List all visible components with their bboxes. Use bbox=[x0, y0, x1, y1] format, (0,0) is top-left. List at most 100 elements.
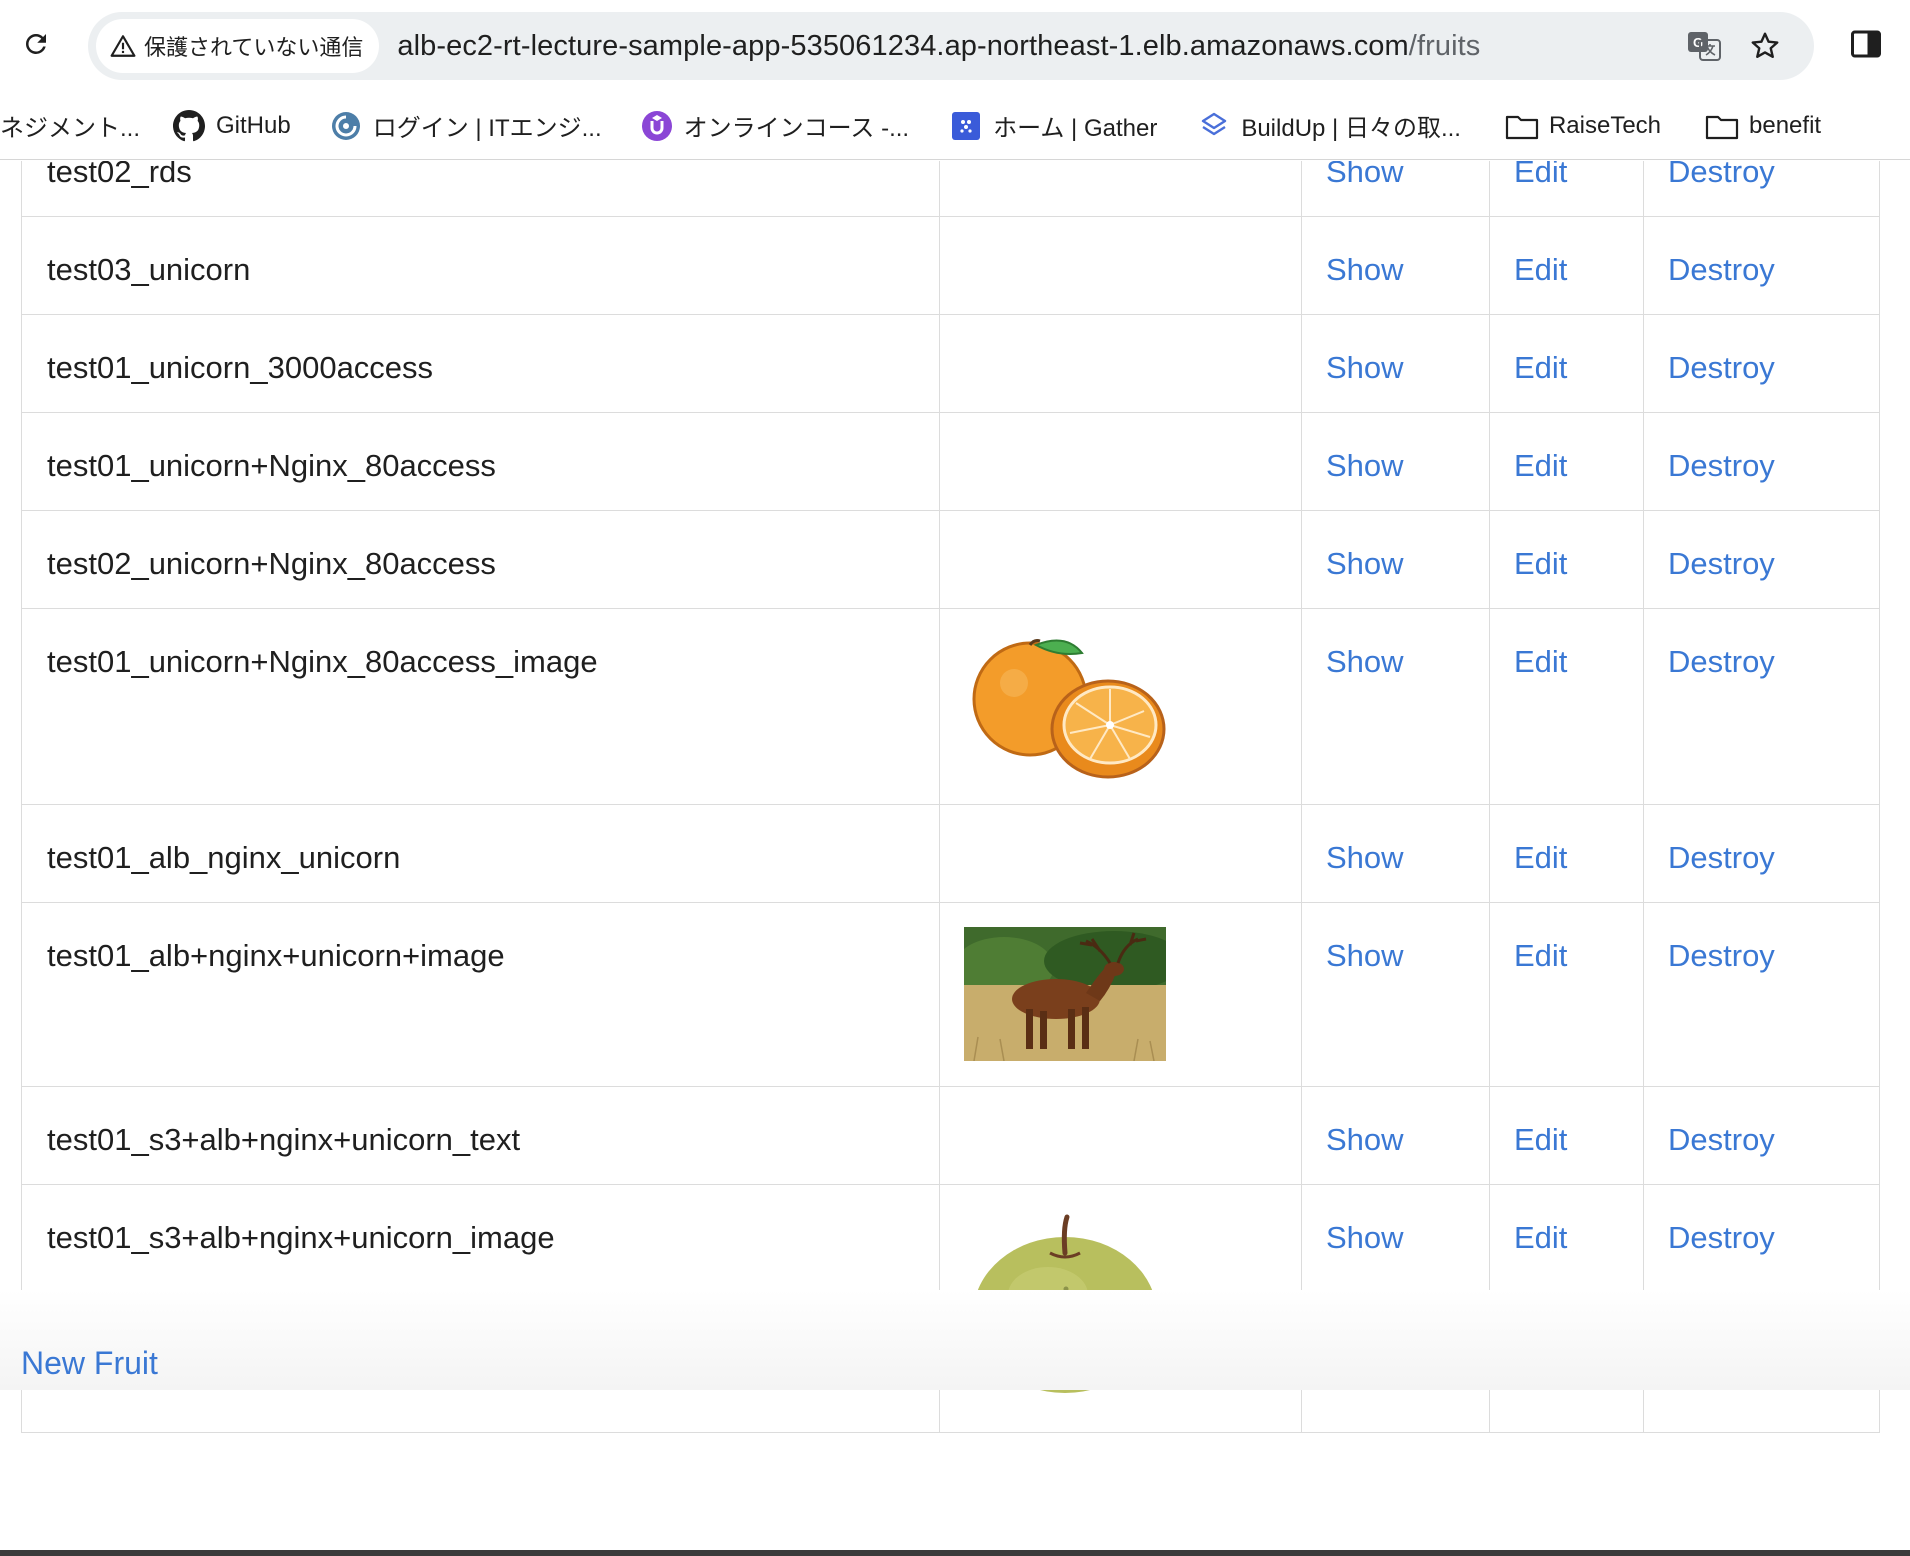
url-text[interactable]: alb-ec2-rt-lecture-sample-app-535061234.… bbox=[397, 30, 1480, 63]
window-edge bbox=[0, 1550, 1910, 1556]
fruit-image-cell bbox=[939, 902, 1302, 1087]
fruit-image-cell bbox=[939, 1086, 1302, 1185]
destroy-link[interactable]: Destroy bbox=[1668, 252, 1775, 287]
edit-cell: Edit bbox=[1489, 161, 1644, 217]
fruit-image-cell bbox=[939, 510, 1302, 609]
show-cell: Show bbox=[1301, 161, 1490, 217]
edit-link[interactable]: Edit bbox=[1514, 448, 1567, 483]
edit-cell: Edit bbox=[1489, 804, 1644, 903]
star-icon[interactable] bbox=[1745, 26, 1785, 66]
fruit-name: test01_alb+nginx+unicorn+image bbox=[21, 902, 940, 1087]
side-panel-icon[interactable] bbox=[1848, 26, 1884, 62]
destroy-link[interactable]: Destroy bbox=[1668, 840, 1775, 875]
new-fruit-link[interactable]: New Fruit bbox=[21, 1345, 158, 1382]
udemy-icon bbox=[640, 109, 674, 143]
show-link[interactable]: Show bbox=[1326, 252, 1404, 287]
destroy-cell: Destroy bbox=[1643, 902, 1880, 1087]
table-row: test01_unicorn+Nginx_80access_image Show… bbox=[21, 608, 1880, 805]
bookmark-item[interactable]: ログイン | ITエンジ... bbox=[329, 104, 602, 148]
show-link[interactable]: Show bbox=[1326, 840, 1404, 875]
show-link[interactable]: Show bbox=[1326, 350, 1404, 385]
folder-icon bbox=[1505, 109, 1539, 143]
warning-icon bbox=[110, 35, 136, 57]
folder-icon bbox=[1705, 109, 1739, 143]
fruit-name: test01_unicorn+Nginx_80access_image bbox=[21, 608, 940, 805]
bookmark-item[interactable]: BuildUp | 日々の取... bbox=[1197, 104, 1461, 148]
bookmark-item[interactable]: ホーム | Gather bbox=[949, 104, 1157, 148]
edit-cell: Edit bbox=[1489, 1086, 1644, 1185]
reload-icon[interactable] bbox=[16, 24, 56, 64]
show-link[interactable]: Show bbox=[1326, 161, 1404, 189]
bookmark-label: オンラインコース -... bbox=[683, 115, 910, 142]
edit-link[interactable]: Edit bbox=[1514, 252, 1567, 287]
table-row: test02_rds Show Edit Destroy bbox=[21, 161, 1880, 217]
edit-link[interactable]: Edit bbox=[1514, 840, 1567, 875]
fruit-image-cell bbox=[939, 161, 1302, 217]
bookmark-item[interactable]: ネジメント... bbox=[0, 104, 140, 148]
security-indicator[interactable]: 保護されていない通信 bbox=[96, 19, 380, 73]
edit-link[interactable]: Edit bbox=[1514, 350, 1567, 385]
show-cell: Show bbox=[1301, 608, 1490, 805]
show-link[interactable]: Show bbox=[1326, 1220, 1404, 1255]
bookmark-label: ログイン | ITエンジ... bbox=[372, 115, 602, 142]
edit-link[interactable]: Edit bbox=[1514, 938, 1567, 973]
deer-image bbox=[964, 927, 1166, 1061]
bookmark-item[interactable]: GitHub bbox=[172, 104, 291, 148]
destroy-cell: Destroy bbox=[1643, 510, 1880, 609]
destroy-link[interactable]: Destroy bbox=[1668, 1220, 1775, 1255]
edit-link[interactable]: Edit bbox=[1514, 161, 1567, 189]
edit-link[interactable]: Edit bbox=[1514, 1220, 1567, 1255]
show-link[interactable]: Show bbox=[1326, 938, 1404, 973]
destroy-cell: Destroy bbox=[1643, 1086, 1880, 1185]
destroy-link[interactable]: Destroy bbox=[1668, 1122, 1775, 1157]
bookmark-item[interactable]: benefit bbox=[1705, 104, 1821, 148]
table-row: test01_unicorn+Nginx_80access Show Edit … bbox=[21, 412, 1880, 511]
edit-cell: Edit bbox=[1489, 412, 1644, 511]
show-cell: Show bbox=[1301, 412, 1490, 511]
edit-link[interactable]: Edit bbox=[1514, 644, 1567, 679]
fruit-name: test01_s3+alb+nginx+unicorn_text bbox=[21, 1086, 940, 1185]
fruit-name: test03_unicorn bbox=[21, 216, 940, 315]
destroy-cell: Destroy bbox=[1643, 161, 1880, 217]
show-link[interactable]: Show bbox=[1326, 1122, 1404, 1157]
browser-toolbar: 保護されていない通信 alb-ec2-rt-lecture-sample-app… bbox=[0, 0, 1910, 92]
destroy-link[interactable]: Destroy bbox=[1668, 546, 1775, 581]
bookmark-item[interactable]: オンラインコース -... bbox=[640, 104, 909, 148]
show-link[interactable]: Show bbox=[1326, 448, 1404, 483]
show-link[interactable]: Show bbox=[1326, 644, 1404, 679]
fruit-image-cell bbox=[939, 804, 1302, 903]
bookmark-label: GitHub bbox=[216, 111, 291, 139]
edit-cell: Edit bbox=[1489, 314, 1644, 413]
destroy-link[interactable]: Destroy bbox=[1668, 938, 1775, 973]
table-row: test01_alb_nginx_unicorn Show Edit Destr… bbox=[21, 804, 1880, 903]
bookmark-item[interactable]: RaiseTech bbox=[1505, 104, 1661, 148]
fruit-image-cell bbox=[939, 314, 1302, 413]
destroy-cell: Destroy bbox=[1643, 608, 1880, 805]
destroy-cell: Destroy bbox=[1643, 314, 1880, 413]
show-link[interactable]: Show bbox=[1326, 546, 1404, 581]
destroy-cell: Destroy bbox=[1643, 804, 1880, 903]
destroy-link[interactable]: Destroy bbox=[1668, 644, 1775, 679]
show-cell: Show bbox=[1301, 804, 1490, 903]
address-bar[interactable]: 保護されていない通信 alb-ec2-rt-lecture-sample-app… bbox=[88, 12, 1814, 80]
edit-link[interactable]: Edit bbox=[1514, 546, 1567, 581]
fruit-image-cell bbox=[939, 412, 1302, 511]
bookmark-label: BuildUp | 日々の取... bbox=[1241, 115, 1461, 142]
bookmark-label: ホーム | Gather bbox=[993, 115, 1158, 142]
bookmark-label: ネジメント... bbox=[0, 115, 141, 142]
orange-image bbox=[972, 639, 1166, 779]
destroy-link[interactable]: Destroy bbox=[1668, 161, 1775, 189]
bookmark-label: RaiseTech bbox=[1548, 111, 1662, 139]
translate-icon[interactable]: G bbox=[1684, 26, 1724, 66]
fruit-name: test02_rds bbox=[21, 161, 940, 217]
fruit-image-cell bbox=[939, 608, 1302, 805]
show-cell: Show bbox=[1301, 314, 1490, 413]
edit-cell: Edit bbox=[1489, 510, 1644, 609]
url-path: /fruits bbox=[1408, 29, 1481, 62]
show-cell: Show bbox=[1301, 902, 1490, 1087]
edit-cell: Edit bbox=[1489, 608, 1644, 805]
edit-link[interactable]: Edit bbox=[1514, 1122, 1567, 1157]
edit-cell: Edit bbox=[1489, 216, 1644, 315]
destroy-link[interactable]: Destroy bbox=[1668, 350, 1775, 385]
destroy-link[interactable]: Destroy bbox=[1668, 448, 1775, 483]
